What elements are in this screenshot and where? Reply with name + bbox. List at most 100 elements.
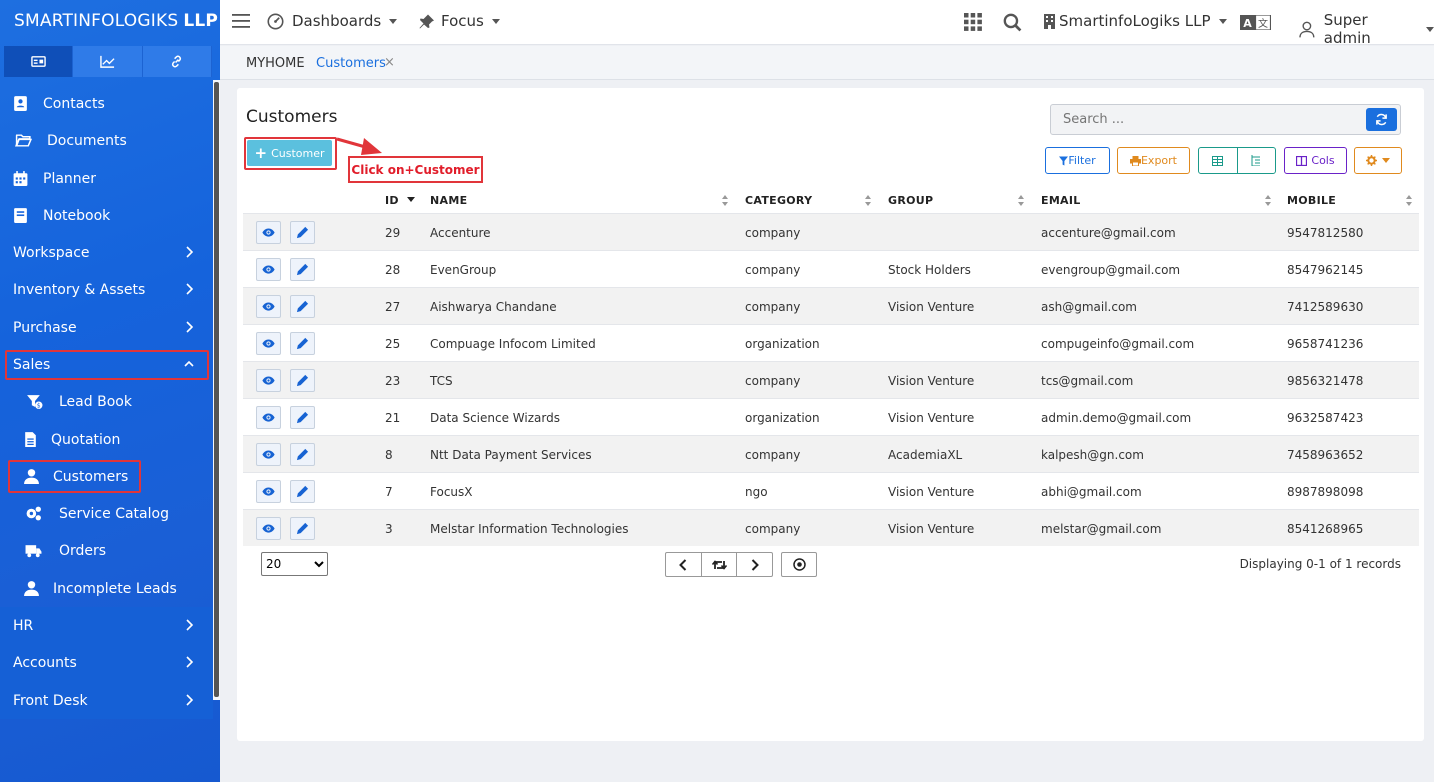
apps-grid-button[interactable] [964, 13, 982, 31]
cell-group: Vision Venture [888, 485, 975, 499]
sidebar-item-notebook[interactable]: Notebook [0, 197, 212, 234]
breadcrumb-home[interactable]: MYHOME [246, 56, 305, 71]
sidebar-item-incomplete-leads[interactable]: Incomplete Leads [0, 570, 212, 607]
view-record-button[interactable] [256, 443, 281, 466]
cell-mobile: 8987898098 [1287, 485, 1364, 499]
sidebar-item-orders[interactable]: Orders [0, 532, 212, 569]
cell-group: AcademiaXL [888, 448, 963, 462]
filter-button[interactable]: Filter [1045, 147, 1110, 174]
tab-charts[interactable] [73, 46, 143, 77]
cell-id: 3 [385, 522, 393, 536]
sidebar-item-workspace[interactable]: Workspace [0, 234, 212, 271]
view-record-button[interactable] [256, 406, 281, 429]
tab-links[interactable] [142, 46, 212, 77]
add-customer-button[interactable]: + Customer [247, 140, 332, 166]
pencil-icon [296, 374, 309, 387]
sidebar-item-hr[interactable]: HR [0, 607, 212, 644]
sidebar-item-label: Purchase [13, 319, 77, 336]
cell-id: 23 [385, 374, 401, 388]
sidebar-item-label: Inventory & Assets [13, 281, 146, 298]
search-input[interactable] [1051, 105, 1361, 134]
col-group-header[interactable]: GROUP [888, 194, 933, 207]
view-record-button[interactable] [256, 517, 281, 540]
grid-icon [964, 13, 982, 31]
goto-page-button[interactable] [781, 552, 817, 577]
cell-mobile: 8541268965 [1287, 522, 1364, 536]
cell-category: company [745, 522, 801, 536]
sidebar-item-label: Incomplete Leads [53, 580, 177, 597]
edit-record-button[interactable] [290, 480, 315, 503]
cell-id: 29 [385, 226, 401, 240]
user-menu[interactable]: Super admin [1299, 11, 1434, 47]
sidebar-item-purchase[interactable]: Purchase [0, 309, 212, 346]
edit-record-button[interactable] [290, 258, 315, 281]
reload-page-button[interactable] [702, 553, 738, 576]
global-search-button[interactable] [1003, 13, 1022, 32]
focus-menu[interactable]: Focus [419, 12, 500, 30]
sidebar-item-planner[interactable]: Planner [0, 160, 212, 197]
sidebar-item-documents[interactable]: Documents [0, 122, 212, 159]
export-button[interactable]: Export [1117, 147, 1190, 174]
sidebar-item-lead-book[interactable]: $ Lead Book [0, 383, 212, 420]
cell-category: organization [745, 337, 820, 351]
refresh-button[interactable] [1366, 108, 1397, 131]
focus-label: Focus [441, 12, 484, 30]
cell-id: 25 [385, 337, 401, 351]
edit-record-button[interactable] [290, 406, 315, 429]
tab-cards[interactable] [4, 46, 74, 77]
edit-record-button[interactable] [290, 443, 315, 466]
edit-record-button[interactable] [290, 369, 315, 392]
cell-email: tcs@gmail.com [1041, 374, 1134, 388]
sidebar-item-quotation[interactable]: Quotation [0, 421, 212, 458]
view-record-button[interactable] [256, 258, 281, 281]
table-row: 25 Compuage Infocom Limited organization co… [243, 324, 1419, 361]
hamburger-menu-button[interactable] [232, 13, 250, 29]
columns-button[interactable]: Cols [1284, 147, 1347, 174]
pencil-icon [296, 226, 309, 239]
sidebar-item-front-desk[interactable]: Front Desk [0, 682, 212, 719]
cell-category: company [745, 263, 801, 277]
breadcrumb-current-tab[interactable]: Customers [316, 56, 386, 71]
sort-icon [722, 195, 728, 206]
company-selector[interactable]: SmartinfoLogiks LLP [1044, 12, 1227, 30]
col-mobile-header[interactable]: MOBILE [1287, 194, 1336, 207]
cell-name: FocusX [430, 485, 473, 499]
col-id-header[interactable]: ID [385, 194, 399, 207]
sidebar-item-accounts[interactable]: Accounts [0, 644, 212, 681]
edit-record-button[interactable] [290, 332, 315, 355]
close-tab-icon[interactable]: × [384, 55, 395, 70]
view-record-button[interactable] [256, 221, 281, 244]
view-record-button[interactable] [256, 480, 281, 503]
next-page-button[interactable] [737, 553, 772, 576]
contact-book-icon [10, 94, 30, 114]
sidebar-item-inventory-assets[interactable]: Inventory & Assets [0, 271, 212, 308]
brand-suffix: LLP [183, 11, 219, 31]
tree-view-button[interactable] [1238, 148, 1276, 173]
col-category-header[interactable]: CATEGORY [745, 194, 812, 207]
eye-icon [262, 450, 275, 459]
dashboards-menu[interactable]: Dashboards [267, 12, 398, 30]
view-record-button[interactable] [256, 332, 281, 355]
calendar-icon [10, 169, 30, 189]
highlight-sales [5, 350, 209, 380]
prev-page-button[interactable] [666, 553, 702, 576]
sidebar-item-service-catalog[interactable]: Service Catalog [0, 495, 212, 532]
edit-record-button[interactable] [290, 517, 315, 540]
table-view-button[interactable] [1199, 148, 1238, 173]
col-email-header[interactable]: EMAIL [1041, 194, 1081, 207]
sidebar-scrollbar-thumb[interactable] [214, 82, 219, 697]
brand-logo[interactable]: SMARTINFOLOGIKS LLP [0, 0, 220, 42]
settings-button[interactable] [1354, 147, 1402, 174]
edit-record-button[interactable] [290, 221, 315, 244]
view-record-button[interactable] [256, 295, 281, 318]
eye-icon [262, 524, 275, 533]
cell-group: Vision Venture [888, 522, 975, 536]
edit-record-button[interactable] [290, 295, 315, 318]
language-button[interactable]: A文 [1240, 15, 1271, 30]
page-size-select[interactable]: 20 [261, 552, 328, 576]
view-record-button[interactable] [256, 369, 281, 392]
col-name-header[interactable]: NAME [430, 194, 467, 207]
sidebar-item-contacts[interactable]: Contacts [0, 85, 212, 122]
cell-id: 7 [385, 485, 393, 499]
cell-mobile: 7412589630 [1287, 300, 1364, 314]
